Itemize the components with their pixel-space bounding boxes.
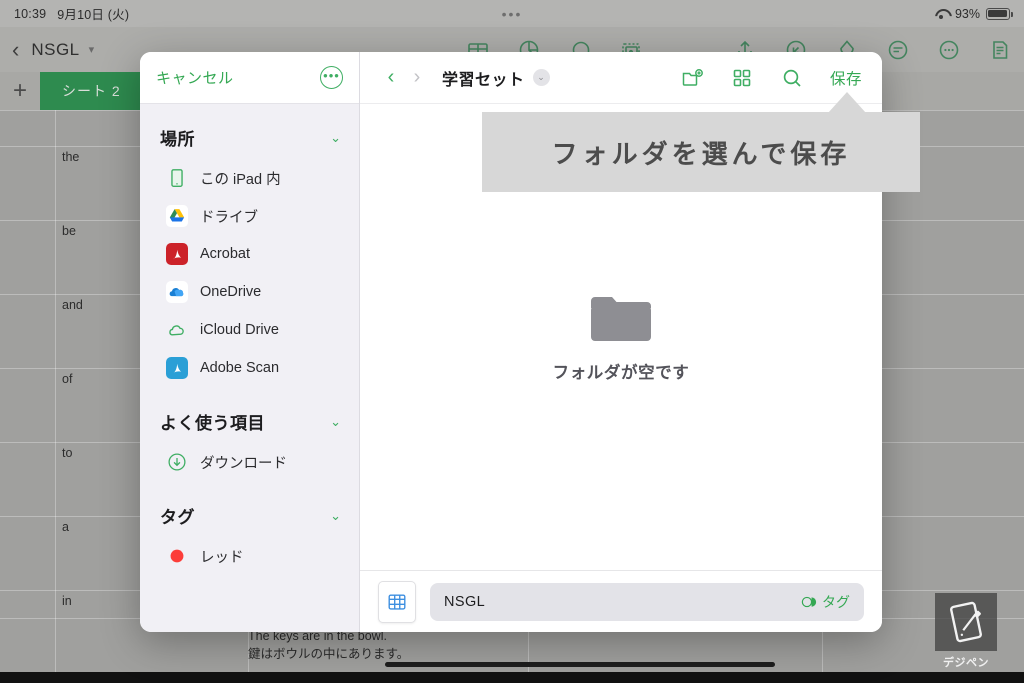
add-sheet-button[interactable]: + xyxy=(0,72,40,110)
sheet-tab-active[interactable]: シート 2 xyxy=(40,72,143,110)
acrobat-icon xyxy=(166,243,188,265)
sidebar-item-downloads[interactable]: ダウンロード xyxy=(140,443,359,481)
text-format-icon[interactable] xyxy=(886,38,910,62)
sidebar-header: キャンセル ••• xyxy=(140,52,359,104)
screen-root: 10:39 9月10日 (火) ••• 93% ‹ NSGL ▾ + シート 2… xyxy=(0,0,1024,683)
folder-icon xyxy=(588,291,654,345)
new-folder-icon[interactable] xyxy=(680,66,704,90)
tag-label: タグ xyxy=(822,593,850,610)
watermark-label: デジペン xyxy=(943,657,989,669)
status-bar-left: 10:39 9月10日 (火) xyxy=(14,4,129,23)
battery-icon xyxy=(986,7,1013,20)
filename-value: NSGL xyxy=(444,593,486,610)
status-bar-right: 93% xyxy=(934,6,1013,21)
grid-cell[interactable]: of xyxy=(56,368,72,386)
sidebar-item-icloud-drive[interactable]: iCloud Drive xyxy=(140,311,359,349)
nav-back-button[interactable]: ‹ xyxy=(378,66,404,89)
nav-forward-button[interactable]: › xyxy=(404,66,430,89)
sidebar-section-tags[interactable]: タグ ⌄ xyxy=(140,481,359,537)
sidebar-item-label: Acrobat xyxy=(200,246,250,262)
sidebar-body: 場所 ⌄ この iPad 内 ドライブ Acrobat OneDrive iCl… xyxy=(140,104,359,632)
sidebar-section-locations[interactable]: 場所 ⌄ xyxy=(140,112,359,159)
status-bar: 10:39 9月10日 (火) ••• 93% xyxy=(0,0,1024,27)
sidebar-item-adobe-scan[interactable]: Adobe Scan xyxy=(140,349,359,387)
back-chevron-icon[interactable]: ‹ xyxy=(12,38,19,61)
cancel-button[interactable]: キャンセル xyxy=(156,67,234,88)
status-time: 10:39 xyxy=(14,6,47,21)
grid-cell[interactable]: the xyxy=(56,146,79,164)
folder-title: 学習セット xyxy=(442,71,525,89)
save-button[interactable]: 保存 xyxy=(830,67,862,89)
empty-state-label: フォルダが空です xyxy=(552,364,690,382)
grid-cell[interactable]: in xyxy=(56,590,72,608)
sidebar-item-label: レッド xyxy=(200,549,244,566)
icloud-icon xyxy=(166,319,188,341)
callout-box: フォルダを選んで保存 xyxy=(482,112,920,192)
grid-cell[interactable]: be xyxy=(56,220,76,238)
callout-text: フォルダを選んで保存 xyxy=(551,139,851,170)
sidebar-section-title: 場所 xyxy=(160,130,195,149)
filename-input[interactable]: NSGL タグ xyxy=(430,582,864,621)
sidebar-item-label: OneDrive xyxy=(200,284,262,300)
google-drive-icon xyxy=(166,205,188,227)
tag-icon xyxy=(801,595,818,609)
tablet-pencil-icon xyxy=(935,593,997,651)
chevron-down-icon[interactable]: ▾ xyxy=(89,43,95,56)
chevron-down-icon[interactable]: ⌄ xyxy=(330,508,341,524)
watermark-logo: デジペン xyxy=(930,593,1002,671)
onedrive-icon xyxy=(166,281,188,303)
sidebar-item-label: iCloud Drive xyxy=(200,322,279,338)
document-title[interactable]: NSGL xyxy=(31,40,79,60)
sidebar-item-label: この iPad 内 xyxy=(200,171,281,188)
sidebar-item-this-ipad[interactable]: この iPad 内 xyxy=(140,159,359,197)
dialog-sidebar: キャンセル ••• 場所 ⌄ この iPad 内 ドライブ Acrobat On… xyxy=(140,52,360,632)
grid-view-icon[interactable] xyxy=(730,66,754,90)
tag-button[interactable]: タグ xyxy=(801,592,850,612)
search-icon[interactable] xyxy=(780,66,804,90)
spreadsheet-icon xyxy=(378,580,416,623)
sidebar-section-title: タグ xyxy=(160,508,195,527)
sidebar-section-title: よく使う項目 xyxy=(160,414,265,433)
sidebar-item-label: Adobe Scan xyxy=(200,360,280,376)
horizontal-scrollbar[interactable] xyxy=(385,662,775,667)
screen-bottom-bar xyxy=(0,672,1024,683)
download-icon xyxy=(166,451,188,473)
wifi-icon xyxy=(934,8,949,19)
callout-arrow xyxy=(828,92,866,113)
status-center-dots: ••• xyxy=(501,5,523,22)
grid-cell[interactable]: to xyxy=(56,442,72,460)
status-date: 9月10日 (火) xyxy=(57,8,130,22)
chevron-down-icon[interactable]: ⌄ xyxy=(330,414,341,430)
grid-cell[interactable]: a xyxy=(56,516,69,534)
red-dot-icon xyxy=(166,545,188,567)
sidebar-section-favorites[interactable]: よく使う項目 ⌄ xyxy=(140,387,359,443)
sidebar-item-google-drive[interactable]: ドライブ xyxy=(140,197,359,235)
grid-cell[interactable]: and xyxy=(56,294,83,312)
more-icon[interactable] xyxy=(937,38,961,62)
dialog-footer: NSGL タグ xyxy=(360,570,882,632)
document-icon[interactable] xyxy=(988,38,1012,62)
ipad-icon xyxy=(166,167,188,189)
bottom-row-line[interactable]: 鍵はボウルの中にあります。 xyxy=(248,645,1024,663)
dialog-header-actions: 保存 xyxy=(680,66,862,90)
battery-percent: 93% xyxy=(954,6,980,21)
chevron-down-icon[interactable]: ⌄ xyxy=(532,69,550,86)
sidebar-item-label: ドライブ xyxy=(200,209,258,226)
sidebar-item-acrobat[interactable]: Acrobat xyxy=(140,235,359,273)
chevron-down-icon[interactable]: ⌄ xyxy=(330,130,341,146)
sidebar-item-label: ダウンロード xyxy=(200,455,287,472)
dialog-main-header: ‹ › 学習セット ⌄ 保存 xyxy=(360,52,882,104)
sidebar-item-tag-red[interactable]: レッド xyxy=(140,537,359,575)
sidebar-item-onedrive[interactable]: OneDrive xyxy=(140,273,359,311)
more-circle-icon[interactable]: ••• xyxy=(320,66,343,89)
adobe-scan-icon xyxy=(166,357,188,379)
